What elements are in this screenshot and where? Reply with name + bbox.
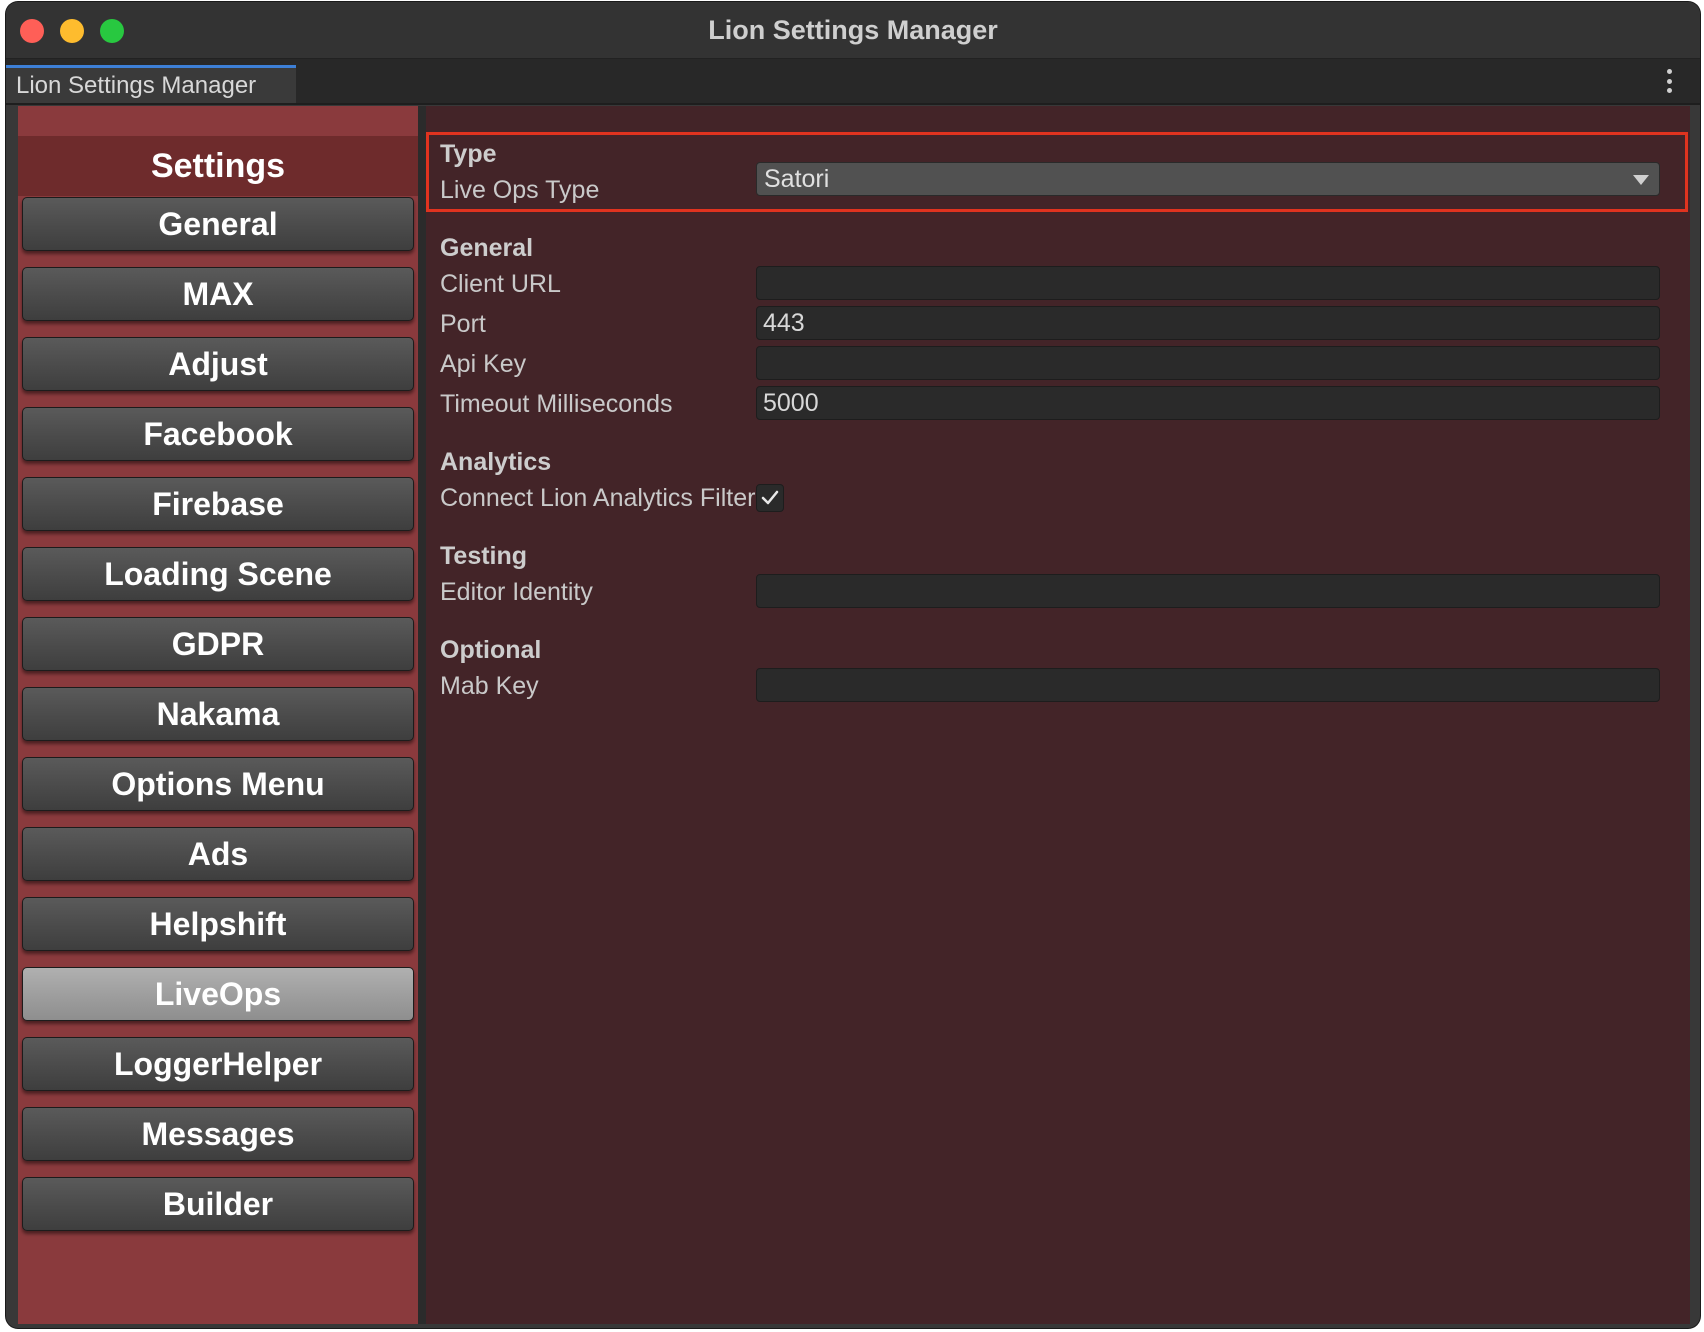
window-title: Lion Settings Manager xyxy=(708,15,998,45)
api-key-label: Api Key xyxy=(440,350,527,378)
mab-key-input[interactable] xyxy=(756,668,1660,702)
sidebar-item-liveops[interactable]: LiveOps xyxy=(22,967,414,1021)
section-title-testing: Testing xyxy=(440,542,528,570)
client-url-label: Client URL xyxy=(440,270,561,298)
sidebar-item-adjust[interactable]: Adjust xyxy=(22,337,414,391)
tab-lion-settings-manager[interactable]: Lion Settings Manager xyxy=(6,65,296,103)
sidebar-item-facebook[interactable]: Facebook xyxy=(22,407,414,461)
editor-identity-input[interactable] xyxy=(756,574,1660,608)
sidebar-item-general[interactable]: General xyxy=(22,197,414,251)
sidebar-item-ads[interactable]: Ads xyxy=(22,827,414,881)
more-options-icon[interactable] xyxy=(1664,65,1674,97)
sidebar-item-helpshift[interactable]: Helpshift xyxy=(22,897,414,951)
sidebar-item-firebase[interactable]: Firebase xyxy=(22,477,414,531)
section-title-general: General xyxy=(440,234,534,262)
live-ops-type-label: Live Ops Type xyxy=(440,176,600,204)
chevron-down-icon xyxy=(1633,175,1649,185)
section-title-type: Type xyxy=(440,140,497,168)
editor-content: Settings General MAX Adjust Facebook Fir… xyxy=(18,106,1690,1324)
timeout-label: Timeout Milliseconds xyxy=(440,390,673,418)
sidebar-item-gdpr[interactable]: GDPR xyxy=(22,617,414,671)
port-input[interactable] xyxy=(756,306,1660,340)
sidebar-item-options-menu[interactable]: Options Menu xyxy=(22,757,414,811)
title-bar: Lion Settings Manager xyxy=(6,2,1700,59)
sidebar-item-max[interactable]: MAX xyxy=(22,267,414,321)
client-url-input[interactable] xyxy=(756,266,1660,300)
sidebar-item-loggerhelper[interactable]: LoggerHelper xyxy=(22,1037,414,1091)
settings-sidebar: Settings General MAX Adjust Facebook Fir… xyxy=(18,106,418,1324)
live-ops-type-dropdown[interactable]: Satori xyxy=(756,162,1660,196)
liveops-settings-panel: Type Live Ops Type Satori General Client… xyxy=(426,106,1690,1324)
sidebar-item-loading-scene[interactable]: Loading Scene xyxy=(22,547,414,601)
connect-filter-checkbox[interactable] xyxy=(756,484,784,512)
live-ops-type-value: Satori xyxy=(764,165,830,193)
connect-filter-label: Connect Lion Analytics Filter xyxy=(440,484,756,512)
sidebar-item-nakama[interactable]: Nakama xyxy=(22,687,414,741)
timeout-input[interactable] xyxy=(756,386,1660,420)
mab-key-label: Mab Key xyxy=(440,672,539,700)
api-key-input[interactable] xyxy=(756,346,1660,380)
section-title-optional: Optional xyxy=(440,636,542,664)
tab-bar: Lion Settings Manager xyxy=(6,59,1700,105)
editor-identity-label: Editor Identity xyxy=(440,578,593,606)
port-label: Port xyxy=(440,310,486,338)
sidebar-item-messages[interactable]: Messages xyxy=(22,1107,414,1161)
checkmark-icon xyxy=(761,490,779,505)
app-window: Lion Settings Manager Lion Settings Mana… xyxy=(6,2,1700,1328)
sidebar-header: Settings xyxy=(18,136,418,196)
sidebar-item-builder[interactable]: Builder xyxy=(22,1177,414,1231)
section-title-analytics: Analytics xyxy=(440,448,552,476)
